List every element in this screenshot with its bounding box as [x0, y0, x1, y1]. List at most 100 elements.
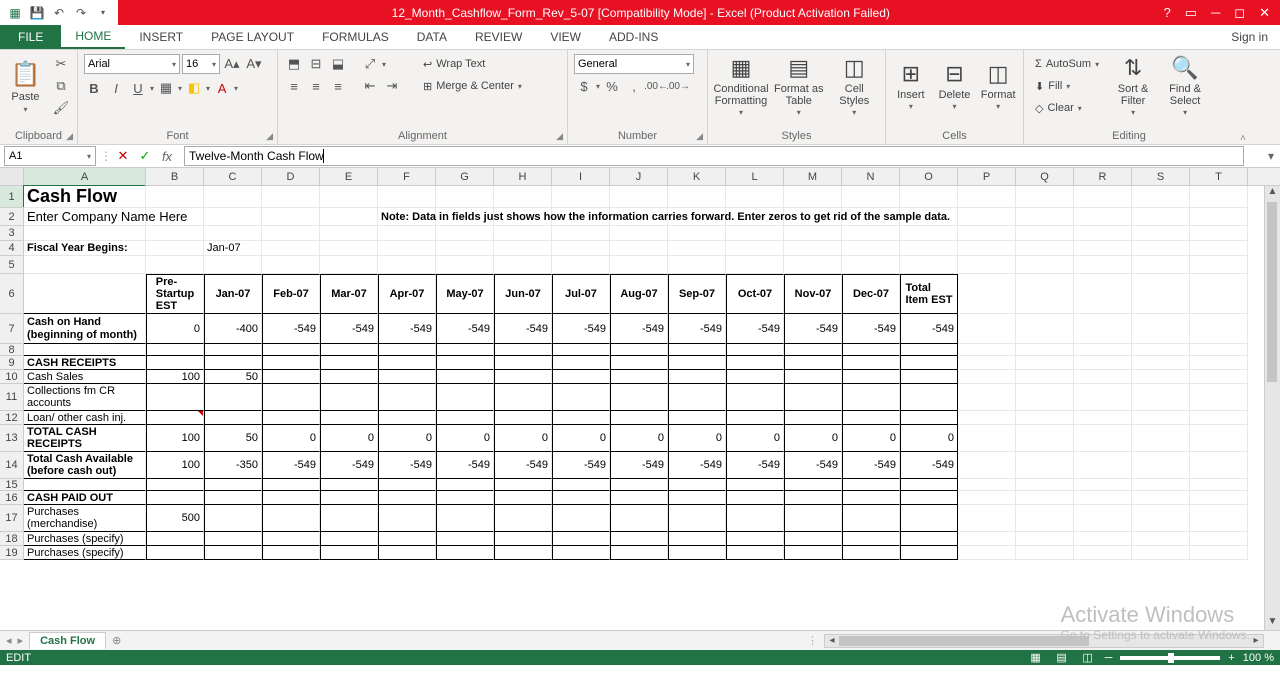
zoom-in-button[interactable]: + [1228, 652, 1234, 664]
cell-K18[interactable] [668, 532, 726, 546]
cell-A19[interactable]: Purchases (specify) [24, 546, 146, 560]
insert-cells-button[interactable]: ⊞Insert▾ [892, 54, 930, 120]
cell-G13[interactable]: 0 [436, 425, 494, 452]
cell-F10[interactable] [378, 370, 436, 384]
cell-J6[interactable]: Aug-07 [610, 274, 668, 314]
cell-G11[interactable] [436, 384, 494, 411]
cell-M11[interactable] [784, 384, 842, 411]
cell-J4[interactable] [610, 241, 668, 256]
number-dialog[interactable]: ◢ [696, 131, 703, 142]
cell-O5[interactable] [900, 256, 958, 274]
increase-indent-button[interactable]: ⇥ [382, 76, 402, 96]
cell-Q3[interactable] [1016, 226, 1074, 241]
cell-N4[interactable] [842, 241, 900, 256]
cell-I9[interactable] [552, 356, 610, 370]
row-header-10[interactable]: 10 [0, 370, 24, 384]
cell-G9[interactable] [436, 356, 494, 370]
cell-D4[interactable] [262, 241, 320, 256]
sheet-tab-cashflow[interactable]: Cash Flow [29, 632, 106, 649]
cell-P17[interactable] [958, 505, 1016, 532]
underline-button[interactable]: U [128, 78, 148, 98]
cell-B11[interactable] [146, 384, 204, 411]
cell-N9[interactable] [842, 356, 900, 370]
copy-button[interactable]: ⧉ [51, 76, 71, 96]
cell-K10[interactable] [668, 370, 726, 384]
font-size-combo[interactable]: 16▾ [182, 54, 220, 74]
cell-E6[interactable]: Mar-07 [320, 274, 378, 314]
cell-Q5[interactable] [1016, 256, 1074, 274]
cell-P2[interactable] [958, 208, 1016, 226]
find-select-button[interactable]: 🔍Find & Select▾ [1162, 54, 1208, 120]
cell-J7[interactable]: -549 [610, 314, 668, 344]
cell-D11[interactable] [262, 384, 320, 411]
cell-Q14[interactable] [1016, 452, 1074, 479]
cell-S11[interactable] [1132, 384, 1190, 411]
cell-A9[interactable]: CASH RECEIPTS [24, 356, 146, 370]
cell-N12[interactable] [842, 411, 900, 425]
cell-N7[interactable]: -549 [842, 314, 900, 344]
cell-O10[interactable] [900, 370, 958, 384]
cell-T18[interactable] [1190, 532, 1248, 546]
cell-I16[interactable] [552, 491, 610, 505]
cell-I10[interactable] [552, 370, 610, 384]
cell-M1[interactable] [784, 186, 842, 208]
cell-D5[interactable] [262, 256, 320, 274]
row-header-15[interactable]: 15 [0, 479, 24, 491]
increase-decimal-button[interactable]: .00← [646, 76, 666, 96]
cell-Q2[interactable] [1016, 208, 1074, 226]
delete-cells-button[interactable]: ⊟Delete▾ [936, 54, 974, 120]
cell-G8[interactable] [436, 344, 494, 356]
normal-view-button[interactable]: ▦ [1027, 651, 1045, 665]
cell-R5[interactable] [1074, 256, 1132, 274]
row-header-1[interactable]: 1 [0, 186, 24, 208]
vertical-scrollbar[interactable]: ▲ ▼ [1264, 186, 1280, 630]
row-header-11[interactable]: 11 [0, 384, 24, 411]
row-header-17[interactable]: 17 [0, 505, 24, 532]
cell-R19[interactable] [1074, 546, 1132, 560]
cell-A1[interactable]: Cash Flow [24, 186, 146, 208]
cell-T10[interactable] [1190, 370, 1248, 384]
col-header-N[interactable]: N [842, 168, 900, 185]
cell-Q6[interactable] [1016, 274, 1074, 314]
cell-K13[interactable]: 0 [668, 425, 726, 452]
cell-M13[interactable]: 0 [784, 425, 842, 452]
cell-K5[interactable] [668, 256, 726, 274]
cell-D6[interactable]: Feb-07 [262, 274, 320, 314]
fill-color-button[interactable]: ◧ [184, 78, 204, 98]
cell-O15[interactable] [900, 479, 958, 491]
cell-P18[interactable] [958, 532, 1016, 546]
col-header-K[interactable]: K [668, 168, 726, 185]
cell-B17[interactable]: 500 [146, 505, 204, 532]
cell-F3[interactable] [378, 226, 436, 241]
cell-F5[interactable] [378, 256, 436, 274]
cell-F19[interactable] [378, 546, 436, 560]
cell-T14[interactable] [1190, 452, 1248, 479]
cell-K11[interactable] [668, 384, 726, 411]
accounting-format-button[interactable]: $ [574, 76, 594, 96]
tab-view[interactable]: VIEW [536, 25, 595, 49]
orientation-button[interactable]: ⤢ [360, 54, 380, 74]
cell-J19[interactable] [610, 546, 668, 560]
cell-O17[interactable] [900, 505, 958, 532]
cell-B19[interactable] [146, 546, 204, 560]
cell-J12[interactable] [610, 411, 668, 425]
scroll-down-button[interactable]: ▼ [1265, 616, 1280, 630]
cell-N15[interactable] [842, 479, 900, 491]
cell-A7[interactable]: Cash on Hand (beginning of month) [24, 314, 146, 344]
cell-C15[interactable] [204, 479, 262, 491]
horizontal-scrollbar[interactable]: ◂ ▸ [824, 634, 1264, 648]
cell-L10[interactable] [726, 370, 784, 384]
cell-A5[interactable] [24, 256, 146, 274]
cell-K1[interactable] [668, 186, 726, 208]
close-button[interactable]: ✕ [1259, 5, 1270, 21]
cell-F4[interactable] [378, 241, 436, 256]
cell-O14[interactable]: -549 [900, 452, 958, 479]
cell-O11[interactable] [900, 384, 958, 411]
cell-N19[interactable] [842, 546, 900, 560]
cell-I11[interactable] [552, 384, 610, 411]
row-header-6[interactable]: 6 [0, 274, 24, 314]
clipboard-dialog[interactable]: ◢ [66, 131, 73, 142]
cell-E18[interactable] [320, 532, 378, 546]
cell-Q18[interactable] [1016, 532, 1074, 546]
cell-B16[interactable] [146, 491, 204, 505]
